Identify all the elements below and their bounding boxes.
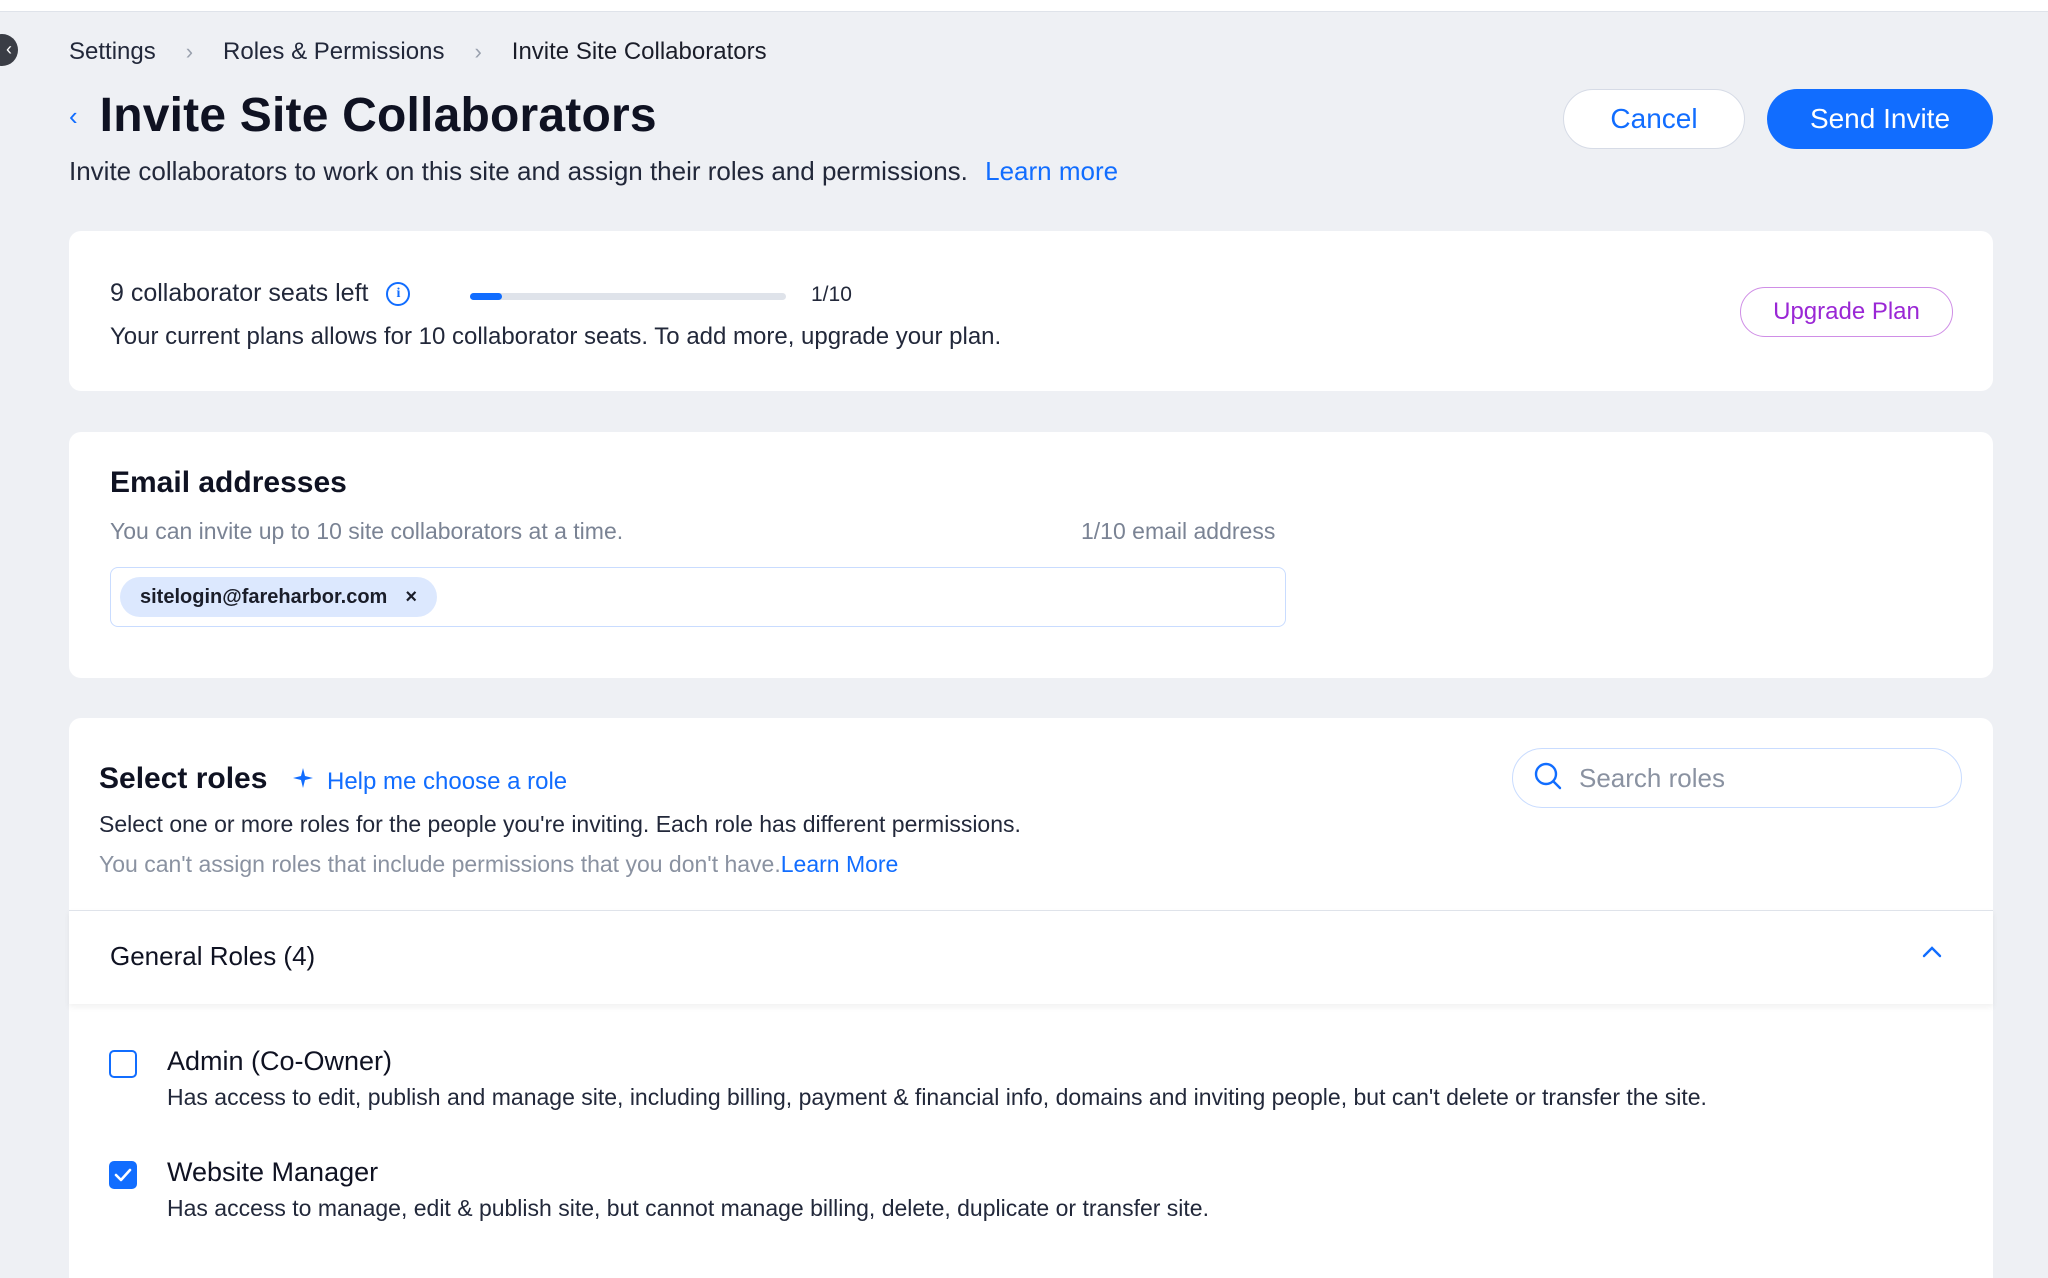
- breadcrumb-settings[interactable]: Settings: [69, 38, 156, 66]
- role-name: Website Manager: [167, 1157, 379, 1187]
- page-subtitle: Invite collaborators to work on this sit…: [69, 156, 1118, 187]
- email-count: 1/10 email address: [1081, 518, 1276, 544]
- general-roles-title: General Roles (4): [110, 941, 316, 971]
- email-input-field[interactable]: sitelogin@fareharbor.com ×: [110, 567, 1286, 627]
- seats-progress-bar: [470, 293, 786, 300]
- seats-title: 9 collaborator seats left: [110, 279, 369, 307]
- upgrade-plan-button[interactable]: Upgrade Plan: [1740, 287, 1953, 337]
- sparkle-icon: [291, 766, 315, 797]
- roles-description: Select one or more roles for the people …: [99, 811, 1021, 837]
- roles-note: You can't assign roles that include perm…: [99, 851, 898, 878]
- seats-progress-label: 1/10: [811, 283, 852, 306]
- close-icon: ‹: [6, 39, 12, 59]
- roles-heading: Select roles: [99, 762, 268, 795]
- email-chip: sitelogin@fareharbor.com ×: [120, 577, 438, 617]
- help-choose-role-label: Help me choose a role: [327, 767, 568, 795]
- back-chevron-icon[interactable]: ‹: [69, 103, 78, 129]
- roles-card: Select roles Help me choose a role Selec…: [69, 718, 1993, 1278]
- search-icon: [1533, 761, 1563, 796]
- email-heading: Email addresses: [110, 466, 347, 499]
- page-header: ‹ Invite Site Collaborators: [69, 88, 657, 143]
- role-description: Has access to edit, publish and manage s…: [167, 1084, 1707, 1110]
- send-invite-button[interactable]: Send Invite: [1767, 89, 1993, 149]
- breadcrumb-current: Invite Site Collaborators: [511, 38, 767, 65]
- remove-chip-icon[interactable]: ×: [405, 586, 417, 609]
- role-name: Admin (Co-Owner): [167, 1046, 393, 1076]
- seats-description: Your current plans allows for 10 collabo…: [110, 323, 1002, 350]
- search-roles-input[interactable]: [1579, 762, 1939, 794]
- role-checkbox-admin[interactable]: [109, 1050, 137, 1078]
- learn-more-link[interactable]: Learn more: [985, 156, 1118, 186]
- seats-row: 9 collaborator seats left i: [110, 279, 411, 308]
- breadcrumb: Settings › Roles & Permissions › Invite …: [69, 38, 767, 66]
- role-description: Has access to manage, edit & publish sit…: [167, 1195, 1209, 1221]
- general-roles-header[interactable]: General Roles (4): [69, 910, 1993, 1004]
- cancel-button[interactable]: Cancel: [1563, 89, 1745, 149]
- subtitle-text: Invite collaborators to work on this sit…: [69, 156, 968, 186]
- close-panel-button[interactable]: ‹: [0, 34, 18, 66]
- email-chip-label: sitelogin@fareharbor.com: [140, 585, 388, 608]
- role-checkbox-website-manager[interactable]: [109, 1161, 137, 1189]
- seats-progress-fill: [470, 293, 502, 300]
- chevron-right-icon: ›: [474, 39, 482, 64]
- chevron-right-icon: ›: [185, 39, 194, 64]
- help-choose-role-link[interactable]: Help me choose a role: [291, 766, 567, 797]
- page-title: Invite Site Collaborators: [99, 89, 657, 142]
- info-icon[interactable]: i: [386, 281, 411, 306]
- email-card: Email addresses You can invite up to 10 …: [69, 432, 1993, 678]
- roles-learn-more-link[interactable]: Learn More: [781, 851, 899, 877]
- roles-note-text: You can't assign roles that include perm…: [99, 851, 781, 877]
- checkmark-icon: [114, 1168, 132, 1182]
- seats-card: 9 collaborator seats left i 1/10 Your cu…: [69, 231, 1993, 391]
- search-roles-box[interactable]: [1512, 748, 1962, 808]
- email-help-text: You can invite up to 10 site collaborato…: [110, 518, 624, 544]
- chevron-up-icon[interactable]: [1921, 939, 1943, 965]
- top-bar: [0, 0, 2048, 12]
- breadcrumb-roles-permissions[interactable]: Roles & Permissions: [223, 38, 444, 66]
